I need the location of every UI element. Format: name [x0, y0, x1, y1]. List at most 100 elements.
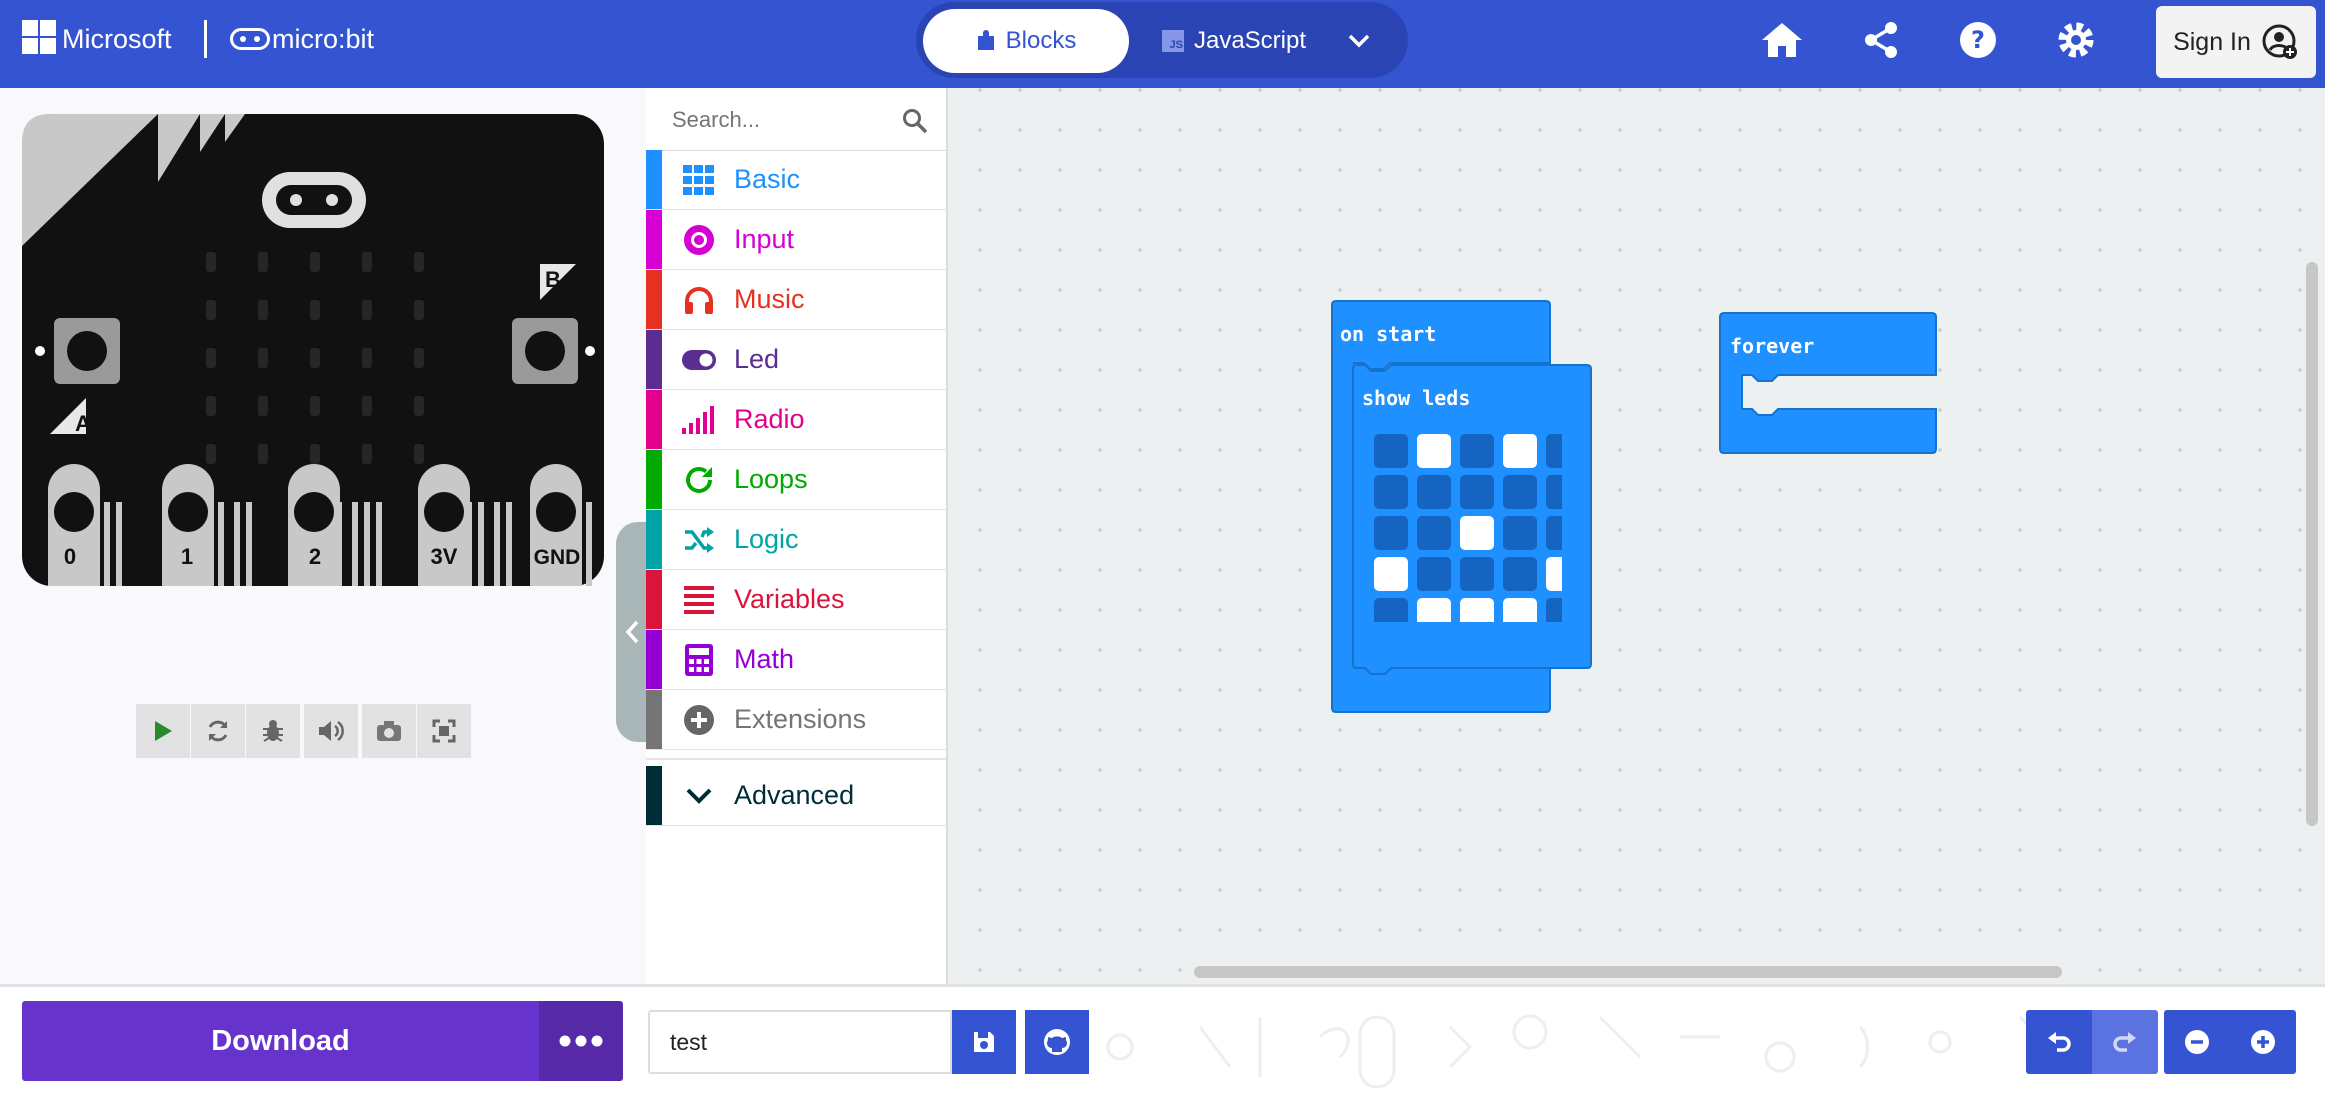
- chevron-down-icon: [682, 779, 716, 813]
- plus-circle-icon: [682, 703, 716, 737]
- undo-button[interactable]: [2026, 1010, 2092, 1074]
- category-label: Math: [734, 644, 795, 674]
- led-off[interactable]: [1503, 516, 1537, 550]
- fullscreen-button[interactable]: [417, 704, 471, 758]
- led-off[interactable]: [1546, 475, 1562, 509]
- search-icon[interactable]: [902, 108, 928, 134]
- user-add-icon: [2262, 24, 2297, 59]
- category-math[interactable]: Math: [646, 630, 946, 690]
- led-off[interactable]: [1374, 516, 1408, 550]
- logo-touch[interactable]: [262, 172, 366, 228]
- category-color-bar: [646, 210, 662, 269]
- save-button[interactable]: [952, 1010, 1016, 1074]
- microsoft-label: Microsoft: [62, 24, 172, 54]
- pin-label-3v: 3V: [431, 544, 458, 569]
- led-off[interactable]: [1546, 516, 1562, 550]
- led-off[interactable]: [1503, 557, 1537, 591]
- vertical-scrollbar[interactable]: [2306, 262, 2318, 826]
- led-on[interactable]: [1546, 557, 1562, 591]
- led-off[interactable]: [1417, 557, 1451, 591]
- tab-javascript[interactable]: JS JavaScript: [1149, 9, 1319, 73]
- download-button[interactable]: Download: [22, 1001, 539, 1081]
- category-radio[interactable]: Radio: [646, 390, 946, 450]
- brand-divider: [204, 20, 207, 58]
- led-off[interactable]: [1374, 434, 1408, 468]
- on-start-label: on start: [1340, 322, 1437, 346]
- led-on[interactable]: [1460, 516, 1494, 550]
- header-bar: Microsoft micro:bit Blocks JS JavaScript…: [0, 0, 2325, 88]
- redo-button[interactable]: [2092, 1010, 2158, 1074]
- led-off[interactable]: [1417, 475, 1451, 509]
- target-icon: [682, 223, 716, 257]
- project-name-value: test: [670, 1028, 708, 1055]
- restart-icon: [208, 720, 228, 742]
- category-label: Input: [734, 224, 795, 254]
- help-icon[interactable]: ?: [1952, 14, 2004, 66]
- category-basic[interactable]: Basic: [646, 150, 946, 210]
- led-on[interactable]: [1503, 434, 1537, 468]
- share-icon[interactable]: [1855, 14, 1907, 66]
- category-loops[interactable]: Loops: [646, 450, 946, 510]
- blocks-workspace[interactable]: on start show leds forever: [948, 88, 2325, 984]
- led-on[interactable]: [1417, 598, 1451, 622]
- category-logic[interactable]: Logic: [646, 510, 946, 570]
- sound-icon: [319, 720, 344, 742]
- led-off[interactable]: [1460, 434, 1494, 468]
- category-color-bar: [646, 570, 662, 629]
- led-off[interactable]: [1546, 598, 1562, 622]
- github-button[interactable]: [1025, 1010, 1089, 1074]
- led-off[interactable]: [1546, 434, 1562, 468]
- toolbox-search: [646, 88, 946, 151]
- led-grid[interactable]: [1372, 432, 1562, 622]
- refresh-icon: [682, 463, 716, 497]
- zoom-out-button[interactable]: [2164, 1010, 2230, 1074]
- calculator-icon: [682, 643, 716, 677]
- category-extensions[interactable]: Extensions: [646, 690, 946, 750]
- home-icon[interactable]: [1756, 14, 1808, 66]
- settings-icon[interactable]: [2050, 14, 2102, 66]
- button-b-label: B: [545, 267, 561, 292]
- microbit-board[interactable]: A B 0 1 2 3V GND: [20, 112, 608, 588]
- play-button[interactable]: [136, 704, 190, 758]
- led-on[interactable]: [1503, 598, 1537, 622]
- led-off[interactable]: [1374, 475, 1408, 509]
- sound-button[interactable]: [304, 704, 358, 758]
- project-name-input[interactable]: test: [648, 1010, 952, 1074]
- sign-in-button[interactable]: Sign In: [2156, 6, 2316, 78]
- pin-label-1: 1: [181, 544, 193, 569]
- pin-label-0: 0: [64, 544, 76, 569]
- download-more-button[interactable]: [539, 1001, 623, 1081]
- debug-button[interactable]: [246, 704, 300, 758]
- search-input[interactable]: [670, 102, 894, 138]
- forever-block[interactable]: [1718, 311, 1940, 455]
- category-music[interactable]: Music: [646, 270, 946, 330]
- led-on[interactable]: [1374, 557, 1408, 591]
- led-off[interactable]: [1374, 598, 1408, 622]
- led-off[interactable]: [1460, 557, 1494, 591]
- category-input[interactable]: Input: [646, 210, 946, 270]
- horizontal-scrollbar[interactable]: [1194, 966, 2062, 978]
- category-led[interactable]: Led: [646, 330, 946, 390]
- tab-javascript-label: JavaScript: [1193, 27, 1307, 54]
- category-color-bar: [646, 450, 662, 509]
- fullscreen-icon: [432, 719, 456, 743]
- zoom-in-button[interactable]: [2230, 1010, 2296, 1074]
- pin-label-gnd: GND: [534, 546, 581, 569]
- led-on[interactable]: [1460, 598, 1494, 622]
- screenshot-button[interactable]: [362, 704, 416, 758]
- led-off[interactable]: [1503, 475, 1537, 509]
- microbit-label: micro:bit: [272, 24, 375, 54]
- category-advanced[interactable]: Advanced: [646, 766, 946, 826]
- led-off[interactable]: [1460, 475, 1494, 509]
- category-label: Loops: [734, 464, 808, 494]
- category-label: Basic: [734, 164, 801, 194]
- tab-blocks[interactable]: Blocks: [923, 9, 1129, 73]
- led-on[interactable]: [1417, 434, 1451, 468]
- led-off[interactable]: [1417, 516, 1451, 550]
- category-variables[interactable]: Variables: [646, 570, 946, 630]
- github-icon: [1044, 1029, 1070, 1055]
- collapse-simulator-button[interactable]: [616, 522, 648, 742]
- restart-button[interactable]: [191, 704, 245, 758]
- list-icon: [682, 583, 716, 617]
- chevron-down-icon[interactable]: [1339, 23, 1379, 59]
